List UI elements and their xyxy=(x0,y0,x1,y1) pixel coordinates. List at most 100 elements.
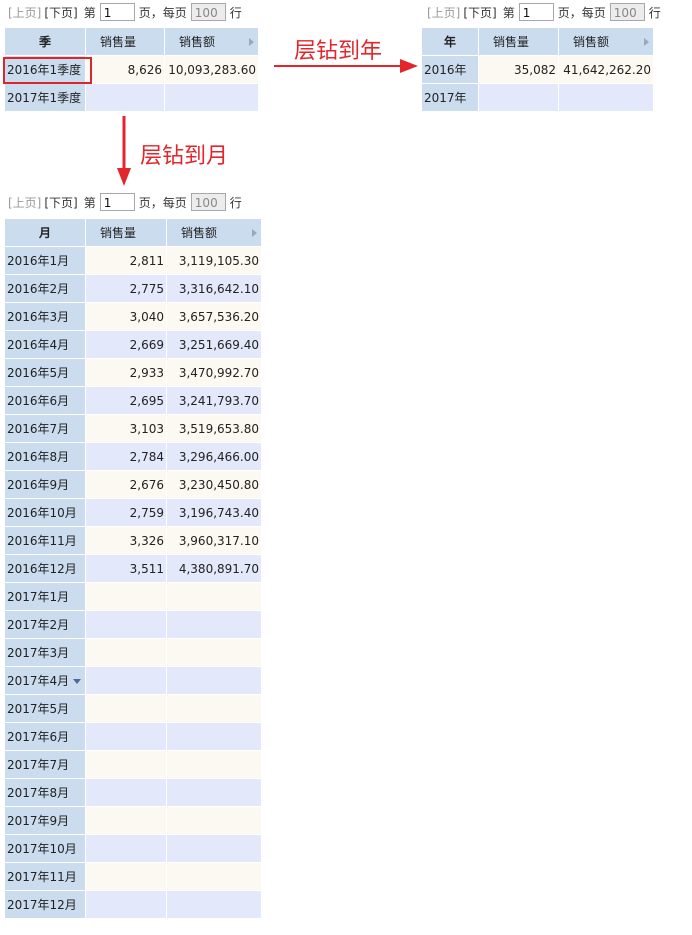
month-label: 2017年4月 xyxy=(7,674,70,688)
scroll-right-icon[interactable] xyxy=(644,38,649,46)
qty-cell xyxy=(86,695,167,723)
column-header-quarter[interactable]: 季 xyxy=(5,28,86,56)
table-row: 2017年10月 xyxy=(5,835,262,863)
table-row: 2016年5月 2,933 3,470,992.70 xyxy=(5,359,262,387)
drill-cell-month[interactable]: 2016年4月 xyxy=(5,331,86,359)
drill-cell-month[interactable]: 2017年8月 xyxy=(5,779,86,807)
column-header-month[interactable]: 月 xyxy=(5,219,86,247)
table-row: 2016年9月 2,676 3,230,450.80 xyxy=(5,471,262,499)
drill-cell-month[interactable]: 2016年2月 xyxy=(5,275,86,303)
qty-cell xyxy=(86,835,167,863)
next-page-link[interactable]: [下页] xyxy=(44,194,77,211)
column-header-amount[interactable]: 销售额 xyxy=(559,28,654,56)
size-suffix: 行 xyxy=(229,5,242,20)
month-label: 2016年4月 xyxy=(7,338,70,352)
size-prefix: 每页 xyxy=(162,195,187,210)
month-table-body: 2016年1月 2,811 3,119,105.30 2016年2月 2,775 3,31… xyxy=(5,247,262,919)
column-header-label: 销售量 xyxy=(100,226,137,240)
next-page-link[interactable]: [下页] xyxy=(463,4,496,21)
size-suffix: 行 xyxy=(648,5,661,20)
qty-cell: 2,784 xyxy=(86,443,167,471)
column-header-qty[interactable]: 销售量 xyxy=(86,219,167,247)
amount-cell: 3,241,793.70 xyxy=(167,387,262,415)
drill-cell-month[interactable]: 2017年4月 xyxy=(5,667,86,695)
qty-cell: 2,676 xyxy=(86,471,167,499)
prev-page-link[interactable]: [上页] xyxy=(8,194,41,211)
drill-cell-month[interactable]: 2017年9月 xyxy=(5,807,86,835)
column-header-qty[interactable]: 销售量 xyxy=(86,28,165,56)
drill-cell-month[interactable]: 2016年6月 xyxy=(5,387,86,415)
month-label: 2016年3月 xyxy=(7,310,70,324)
drill-cell-month[interactable]: 2017年12月 xyxy=(5,891,86,919)
arrow-down-icon xyxy=(117,116,131,186)
drill-cell-month[interactable]: 2017年11月 xyxy=(5,863,86,891)
drill-cell-month[interactable]: 2016年9月 xyxy=(5,471,86,499)
drill-cell-month[interactable]: 2016年5月 xyxy=(5,359,86,387)
month-label: 2016年2月 xyxy=(7,282,70,296)
table-row: 2017年11月 xyxy=(5,863,262,891)
drill-cell-month[interactable]: 2016年1月 xyxy=(5,247,86,275)
month-label: 2017年7月 xyxy=(7,758,70,772)
qty-cell: 2,695 xyxy=(86,387,167,415)
page-size-input[interactable]: 100 xyxy=(609,3,645,21)
month-label: 2016年12月 xyxy=(7,562,77,576)
drill-cell-month[interactable]: 2016年11月 xyxy=(5,527,86,555)
column-header-amount[interactable]: 销售额 xyxy=(167,219,262,247)
drill-cell-quarter[interactable]: 2017年1季度 xyxy=(5,84,86,112)
column-header-label: 销售量 xyxy=(100,35,137,49)
column-header-amount[interactable]: 销售额 xyxy=(165,28,259,56)
drill-cell-month[interactable]: 2017年2月 xyxy=(5,611,86,639)
table-row: 2017年9月 xyxy=(5,807,262,835)
drill-cell-month[interactable]: 2016年7月 xyxy=(5,415,86,443)
amount-cell: 3,657,536.20 xyxy=(167,303,262,331)
page-number-input[interactable]: 1 xyxy=(99,193,135,211)
amount-cell: 3,251,669.40 xyxy=(167,331,262,359)
amount-cell: 4,380,891.70 xyxy=(167,555,262,583)
qty-cell: 3,103 xyxy=(86,415,167,443)
table-row: 2016年11月 3,326 3,960,317.10 xyxy=(5,527,262,555)
month-label: 2017年2月 xyxy=(7,618,70,632)
column-header-qty[interactable]: 销售量 xyxy=(479,28,559,56)
column-header-label: 销售额 xyxy=(179,35,216,49)
page-number-input[interactable]: 1 xyxy=(518,3,554,21)
table-row: 2016年1月 2,811 3,119,105.30 xyxy=(5,247,262,275)
prev-page-link[interactable]: [上页] xyxy=(8,4,41,21)
qty-cell: 3,040 xyxy=(86,303,167,331)
qty-cell: 3,326 xyxy=(86,527,167,555)
qty-cell xyxy=(86,667,167,695)
table-row: 2017年1季度 xyxy=(5,84,259,112)
qty-cell xyxy=(86,639,167,667)
next-page-link[interactable]: [下页] xyxy=(44,4,77,21)
scroll-right-icon[interactable] xyxy=(252,229,257,237)
drill-cell-month[interactable]: 2017年6月 xyxy=(5,723,86,751)
drill-cell-month[interactable]: 2017年1月 xyxy=(5,583,86,611)
drill-cell-month[interactable]: 2017年7月 xyxy=(5,751,86,779)
highlight-box xyxy=(3,57,92,84)
drill-cell-month[interactable]: 2016年3月 xyxy=(5,303,86,331)
drill-cell-month[interactable]: 2017年10月 xyxy=(5,835,86,863)
page-size-input[interactable]: 100 xyxy=(190,193,226,211)
drill-cell-month[interactable]: 2016年10月 xyxy=(5,499,86,527)
drill-cell-year[interactable]: 2017年 xyxy=(422,84,479,112)
amount-cell: 3,196,743.40 xyxy=(167,499,262,527)
qty-cell xyxy=(86,751,167,779)
table-row: 2016年12月 3,511 4,380,891.70 xyxy=(5,555,262,583)
table-row: 2016年6月 2,695 3,241,793.70 xyxy=(5,387,262,415)
amount-cell: 3,519,653.80 xyxy=(167,415,262,443)
sort-down-icon[interactable] xyxy=(73,679,82,684)
amount-cell xyxy=(167,863,262,891)
page-number-input[interactable]: 1 xyxy=(99,3,135,21)
drill-cell-month[interactable]: 2016年12月 xyxy=(5,555,86,583)
drill-cell-month[interactable]: 2016年8月 xyxy=(5,443,86,471)
table-row: 2016年8月 2,784 3,296,466.00 xyxy=(5,443,262,471)
drill-cell-month[interactable]: 2017年5月 xyxy=(5,695,86,723)
prev-page-link[interactable]: [上页] xyxy=(427,4,460,21)
amount-cell: 3,119,105.30 xyxy=(167,247,262,275)
month-label: 2017年8月 xyxy=(7,786,70,800)
drill-cell-year[interactable]: 2016年 xyxy=(422,56,479,84)
column-header-year[interactable]: 年 xyxy=(422,28,479,56)
page-suffix: 页， xyxy=(138,5,163,20)
drill-cell-month[interactable]: 2017年3月 xyxy=(5,639,86,667)
scroll-right-icon[interactable] xyxy=(249,38,254,46)
page-size-input[interactable]: 100 xyxy=(190,3,226,21)
